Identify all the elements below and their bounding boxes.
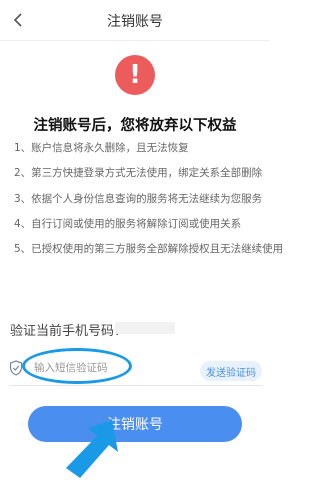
top-bar: 注销账号: [0, 0, 270, 41]
rights-item: 3、依据个人身份信息查询的服务将无法继续为您服务: [14, 193, 263, 205]
divider: [10, 385, 262, 386]
verify-phone-label: 验证当前手机号码：: [10, 324, 128, 339]
rights-item: 5、已授权使用的第三方服务全部解除授权且无法继续使用: [14, 243, 284, 255]
warning-headline: 注销账号后，您将放弃以下权益: [33, 118, 237, 134]
rights-item: 2、第三方快捷登录方式无法使用，绑定关系全部删除: [14, 167, 263, 179]
warning-icon: !: [115, 55, 155, 95]
send-code-button[interactable]: 发送验证码: [200, 361, 262, 381]
shield-check-icon: [9, 360, 23, 376]
sms-code-input[interactable]: [30, 358, 184, 378]
rights-item: 1、账户信息将永久删除，且无法恢复: [14, 142, 189, 154]
masked-phone-number: [115, 322, 175, 334]
exclamation-icon: !: [129, 60, 141, 90]
page-title: 注销账号: [107, 14, 163, 30]
rights-item: 4、自行订阅或使用的服务将解除订阅或使用关系: [14, 218, 242, 230]
cancel-account-button[interactable]: 注销账号: [28, 406, 242, 442]
